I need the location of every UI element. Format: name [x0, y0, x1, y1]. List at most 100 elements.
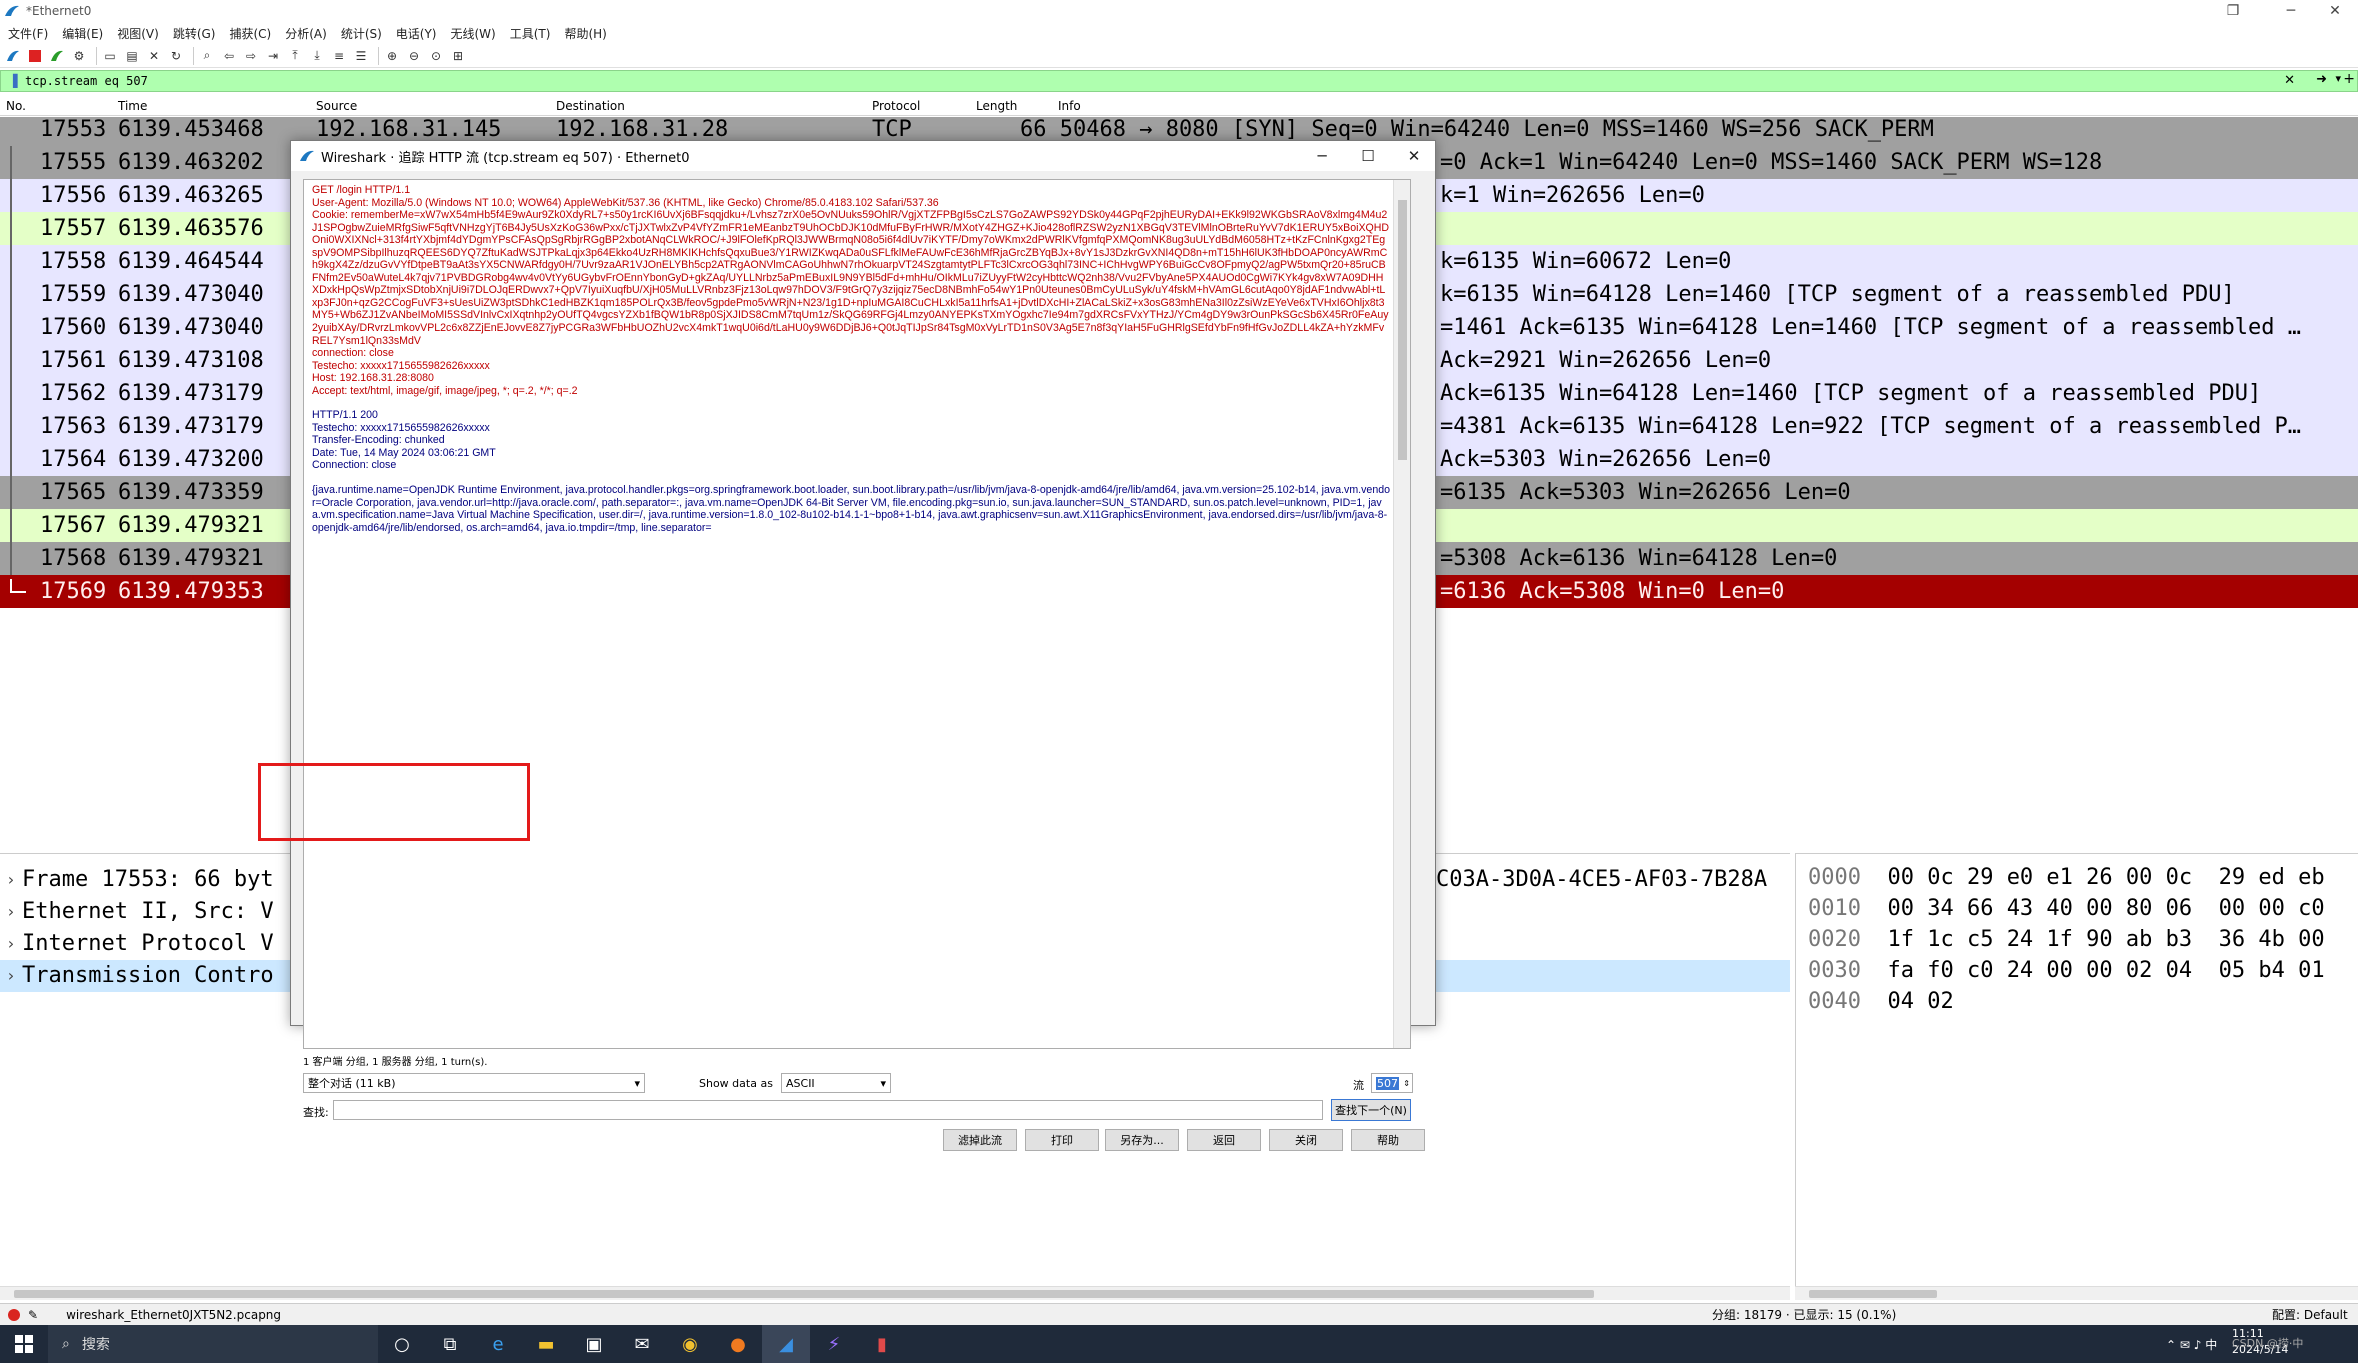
stream-vertical-scrollbar[interactable] [1393, 180, 1410, 1048]
packet-number: 17569 [40, 579, 107, 604]
last-packet-icon[interactable]: ⤓ [308, 47, 326, 65]
cortana-icon[interactable]: ○ [378, 1325, 426, 1363]
spin-arrows-icon[interactable]: ⇕ [1403, 1079, 1410, 1088]
display-filter-input[interactable]: tcp.stream eq 507 [25, 74, 148, 88]
save-as-button[interactable]: 另存为... [1105, 1129, 1179, 1151]
dialog-close-action-button[interactable]: 关闭 [1269, 1129, 1343, 1151]
help-button[interactable]: 帮助 [1351, 1129, 1425, 1151]
print-button[interactable]: 打印 [1025, 1129, 1099, 1151]
column-no[interactable]: No. [6, 99, 26, 113]
dialog-maximize-button[interactable]: ☐ [1345, 141, 1391, 171]
restore-button[interactable]: ❐ [2210, 0, 2256, 22]
hex-row[interactable]: 0010 00 34 66 43 40 00 80 06 00 00 c0 [1808, 893, 2325, 924]
firefox-icon[interactable]: ● [714, 1325, 762, 1363]
menu-help[interactable]: 帮助(H) [564, 25, 606, 42]
menu-edit[interactable]: 编辑(E) [62, 25, 103, 42]
menu-capture[interactable]: 捕获(C) [229, 25, 271, 42]
store-icon[interactable]: ▣ [570, 1325, 618, 1363]
menu-tools[interactable]: 工具(T) [510, 25, 551, 42]
bookmark-icon[interactable]: ▐ [5, 73, 21, 89]
chevron-right-icon[interactable]: › [6, 864, 16, 896]
chrome-icon[interactable]: ◉ [666, 1325, 714, 1363]
apply-filter-icon[interactable]: ➜ [2316, 72, 2327, 87]
filter-dropdown-icon[interactable]: ▾ [2335, 72, 2341, 85]
column-length[interactable]: Length [976, 99, 1017, 113]
first-packet-icon[interactable]: ⤒ [286, 47, 304, 65]
app-taskbar-icon[interactable]: ▮ [858, 1325, 906, 1363]
capture-options-icon[interactable]: ⚙ [70, 47, 88, 65]
hex-row[interactable]: 0020 1f 1c c5 24 1f 90 ab b3 36 4b 00 [1808, 924, 2325, 955]
resize-columns-icon[interactable]: ⊞ [449, 47, 467, 65]
packet-bytes-pane[interactable]: 0000 00 0c 29 e0 e1 26 00 0c 29 ed eb 001… [1795, 853, 2358, 1293]
open-file-icon[interactable]: ▭ [101, 47, 119, 65]
save-file-icon[interactable]: ▤ [123, 47, 141, 65]
column-destination[interactable]: Destination [556, 99, 625, 113]
wireshark-taskbar-icon[interactable]: ◢ [762, 1325, 810, 1363]
reload-icon[interactable]: ↻ [167, 47, 185, 65]
menu-file[interactable]: 文件(F) [8, 25, 48, 42]
minimize-button[interactable]: ─ [2268, 0, 2314, 22]
chevron-right-icon[interactable]: › [6, 896, 16, 928]
go-to-packet-icon[interactable]: ⇥ [264, 47, 282, 65]
stream-content-area[interactable]: GET /login HTTP/1.1 User-Agent: Mozilla/5… [303, 179, 1411, 1049]
chevron-right-icon[interactable]: › [6, 960, 16, 992]
back-button[interactable]: 返回 [1187, 1129, 1261, 1151]
scrollbar-thumb[interactable] [1809, 1290, 1937, 1298]
hex-row[interactable]: 0040 04 02 [1808, 986, 1954, 1017]
details-horizontal-scrollbar[interactable] [0, 1286, 1790, 1300]
hex-row[interactable]: 0030 fa f0 c0 24 00 00 02 04 05 b4 01 [1808, 955, 2325, 986]
show-data-as-select[interactable]: ASCII ▾ [781, 1073, 891, 1093]
packet-count: 分组: 18179 · 已显示: 15 (0.1%) [1712, 1308, 1897, 1322]
tray-icons[interactable]: ⌃ ✉ ♪ 中 [2166, 1336, 2217, 1353]
edge-icon[interactable]: e [474, 1325, 522, 1363]
restart-capture-icon[interactable] [48, 47, 66, 65]
normal-size-icon[interactable]: ⊙ [427, 47, 445, 65]
visual-studio-icon[interactable]: ⚡ [810, 1325, 858, 1363]
mail-icon[interactable]: ✉ [618, 1325, 666, 1363]
go-forward-icon[interactable]: ⇨ [242, 47, 260, 65]
menu-analyze[interactable]: 分析(A) [285, 25, 327, 42]
column-source[interactable]: Source [316, 99, 357, 113]
edit-comment-icon[interactable]: ✎ [28, 1308, 38, 1322]
go-back-icon[interactable]: ⇦ [220, 47, 238, 65]
conversation-select[interactable]: 整个对话 (11 kB) ▾ [303, 1073, 645, 1093]
zoom-in-icon[interactable]: ⊕ [383, 47, 401, 65]
colorize-icon[interactable]: ☰ [352, 47, 370, 65]
column-time[interactable]: Time [118, 99, 147, 113]
autoscroll-icon[interactable]: ≡ [330, 47, 348, 65]
packet-number: 17556 [40, 183, 107, 208]
start-capture-icon[interactable] [4, 47, 22, 65]
find-packet-icon[interactable]: ⌕ [198, 47, 216, 65]
dialog-minimize-button[interactable]: ─ [1299, 141, 1345, 171]
close-button[interactable]: ✕ [2312, 0, 2358, 22]
menu-statistics[interactable]: 统计(S) [341, 25, 382, 42]
menu-view[interactable]: 视图(V) [117, 25, 159, 42]
stream-number-spinbox[interactable]: 507 ⇕ [1371, 1073, 1413, 1093]
expert-info-icon[interactable] [8, 1308, 20, 1321]
task-view-icon[interactable]: ⧉ [426, 1325, 474, 1363]
stop-capture-icon[interactable] [26, 47, 44, 65]
clear-filter-icon[interactable]: ✕ [2284, 73, 2295, 88]
menu-wireless[interactable]: 无线(W) [451, 25, 496, 42]
filter-out-stream-button[interactable]: 滤掉此流 [943, 1129, 1017, 1151]
scrollbar-thumb[interactable] [14, 1290, 1594, 1298]
close-file-icon[interactable]: ✕ [145, 47, 163, 65]
taskbar-search[interactable]: ⌕ 搜索 [48, 1325, 378, 1363]
menu-telephony[interactable]: 电话(Y) [396, 25, 437, 42]
scrollbar-thumb[interactable] [1398, 200, 1407, 460]
find-next-button[interactable]: 查找下一个(N) [1331, 1099, 1411, 1121]
column-protocol[interactable]: Protocol [872, 99, 920, 113]
add-filter-button-icon[interactable]: + [2343, 71, 2355, 87]
menu-go[interactable]: 跳转(G) [173, 25, 216, 42]
dialog-close-button[interactable]: ✕ [1391, 141, 1437, 171]
display-filter-bar[interactable]: ▐ tcp.stream eq 507 ✕ ➜ ▾ + [0, 70, 2358, 92]
profile-label[interactable]: 配置: Default [2272, 1306, 2348, 1323]
windows-start-icon[interactable] [0, 1325, 48, 1363]
chevron-right-icon[interactable]: › [6, 928, 16, 960]
column-info[interactable]: Info [1058, 99, 1081, 113]
zoom-out-icon[interactable]: ⊖ [405, 47, 423, 65]
find-input[interactable] [333, 1100, 1323, 1120]
bytes-horizontal-scrollbar[interactable] [1795, 1286, 2358, 1300]
file-explorer-icon[interactable]: ▬ [522, 1325, 570, 1363]
hex-row[interactable]: 0000 00 0c 29 e0 e1 26 00 0c 29 ed eb [1808, 862, 2325, 893]
